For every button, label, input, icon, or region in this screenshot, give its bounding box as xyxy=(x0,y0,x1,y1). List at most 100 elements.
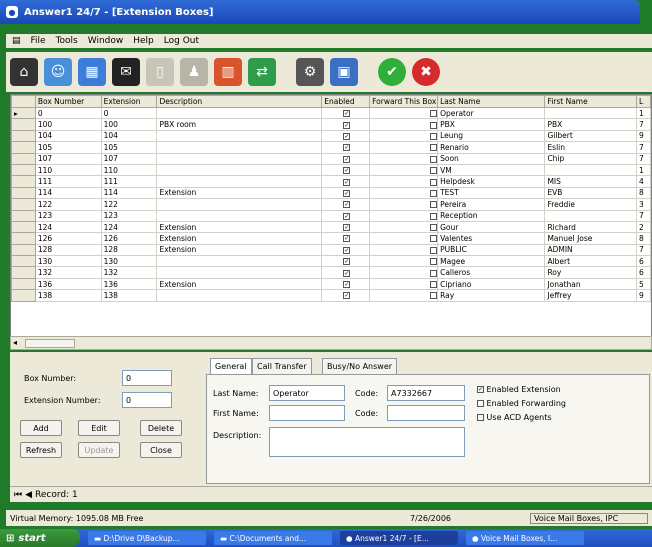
cell-forward[interactable] xyxy=(369,209,439,222)
cell-last-name[interactable]: Ray xyxy=(437,289,546,302)
table-row[interactable]: 126 126 Extension ✓ Valentes Manuel Jose 8 xyxy=(11,232,651,245)
cell-l[interactable]: 1 xyxy=(635,106,651,120)
row-selector[interactable] xyxy=(11,163,36,177)
table-row[interactable]: ▸ 0 0 ✓ Operator 1 xyxy=(11,106,651,120)
table-row[interactable]: 124 124 Extension ✓ Gour Richard 2 xyxy=(11,220,651,234)
enabled-checkbox[interactable]: ✓ xyxy=(343,224,351,232)
cell-l[interactable]: 5 xyxy=(635,277,651,291)
cell-enabled[interactable]: ✓ xyxy=(321,277,371,291)
row-selector[interactable] xyxy=(11,198,36,211)
cell-first-name[interactable]: ADMIN xyxy=(544,243,637,257)
cell-enabled[interactable]: ✓ xyxy=(321,186,371,200)
cell-last-name[interactable]: Leung xyxy=(437,129,546,143)
menu-help[interactable]: Help xyxy=(133,36,154,46)
enabled-checkbox[interactable]: ✓ xyxy=(343,212,351,220)
cell-forward[interactable] xyxy=(369,277,439,291)
table-row[interactable]: 132 132 ✓ Calleros Roy 6 xyxy=(11,266,651,279)
cell-extension[interactable]: 100 xyxy=(100,118,158,131)
cell-description[interactable] xyxy=(156,209,323,222)
row-selector[interactable] xyxy=(11,141,36,154)
cell-l[interactable]: 3 xyxy=(635,198,651,211)
forward-checkbox[interactable] xyxy=(430,224,437,232)
menu-window[interactable]: Window xyxy=(88,36,124,46)
enabled-checkbox[interactable]: ✓ xyxy=(343,246,351,254)
cell-first-name[interactable]: PBX xyxy=(544,118,637,131)
cell-forward[interactable] xyxy=(369,266,439,279)
cell-last-name[interactable]: Valentes xyxy=(437,232,546,245)
code2-input[interactable] xyxy=(387,405,465,421)
cell-enabled[interactable]: ✓ xyxy=(321,255,371,268)
col-forward[interactable]: Forward This Box xyxy=(369,95,439,108)
cell-description[interactable] xyxy=(156,266,323,279)
cell-first-name[interactable] xyxy=(544,106,637,120)
forward-checkbox[interactable] xyxy=(430,167,437,175)
description-input[interactable] xyxy=(269,427,465,457)
cell-first-name[interactable]: Richard xyxy=(544,220,637,234)
cell-forward[interactable] xyxy=(369,289,439,302)
start-button[interactable]: ⊞ start xyxy=(0,529,80,547)
forward-checkbox[interactable] xyxy=(430,269,437,277)
box-number-input[interactable]: 0 xyxy=(122,370,172,386)
cell-enabled[interactable]: ✓ xyxy=(321,232,371,245)
cell-forward[interactable] xyxy=(369,220,439,234)
enabled-checkbox[interactable]: ✓ xyxy=(343,281,351,289)
task-voice-mail[interactable]: ● Voice Mail Boxes, I... xyxy=(466,531,584,545)
cell-last-name[interactable]: Soon xyxy=(437,152,546,165)
row-selector[interactable] xyxy=(11,152,36,165)
cell-box-number[interactable]: 132 xyxy=(34,266,102,279)
cell-description[interactable] xyxy=(156,152,323,165)
tab-call-transfer[interactable]: Call Transfer xyxy=(252,358,312,374)
close-button[interactable]: Close xyxy=(140,442,182,458)
table-row[interactable]: 111 111 ✓ Helpdesk MIS 4 xyxy=(11,175,651,188)
book-icon[interactable]: ▦ xyxy=(78,58,106,86)
enabled-checkbox[interactable]: ✓ xyxy=(343,189,351,197)
cell-l[interactable]: 1 xyxy=(635,163,651,177)
cell-description[interactable]: Extension xyxy=(156,186,323,200)
cell-enabled[interactable]: ✓ xyxy=(321,106,371,120)
cell-first-name[interactable]: Eslin xyxy=(544,141,637,154)
first-record-icon[interactable]: ⏮ xyxy=(14,490,22,500)
menu-logout[interactable]: Log Out xyxy=(164,36,199,46)
cell-box-number[interactable]: 136 xyxy=(34,277,102,291)
add-button[interactable]: Add xyxy=(20,420,62,436)
col-last-name[interactable]: Last Name xyxy=(437,95,546,108)
last-name-input[interactable]: Operator xyxy=(269,385,345,401)
cell-l[interactable]: 9 xyxy=(635,289,651,302)
table-row[interactable]: 107 107 ✓ Soon Chip 7 xyxy=(11,152,651,165)
cell-enabled[interactable]: ✓ xyxy=(321,129,371,143)
table-row[interactable]: 100 100 PBX room ✓ PBX PBX 7 xyxy=(11,118,651,131)
col-description[interactable]: Description xyxy=(156,95,323,108)
cell-description[interactable]: Extension xyxy=(156,243,323,257)
cell-box-number[interactable]: 111 xyxy=(34,175,102,188)
calendar-icon[interactable]: ▥ xyxy=(214,58,242,86)
cell-description[interactable]: Extension xyxy=(156,277,323,291)
cell-forward[interactable] xyxy=(369,198,439,211)
cell-forward[interactable] xyxy=(369,152,439,165)
cell-box-number[interactable]: 107 xyxy=(34,152,102,165)
table-row[interactable]: 122 122 ✓ Pereira Freddie 3 xyxy=(11,198,651,211)
cell-last-name[interactable]: Cipriano xyxy=(437,277,546,291)
table-row[interactable]: 128 128 Extension ✓ PUBLIC ADMIN 7 xyxy=(11,243,651,257)
cell-description[interactable]: Extension xyxy=(156,220,323,234)
cell-enabled[interactable]: ✓ xyxy=(321,243,371,257)
row-selector[interactable] xyxy=(11,118,36,131)
extension-grid[interactable]: Box Number Extension Description Enabled… xyxy=(10,94,652,340)
row-selector[interactable] xyxy=(11,266,36,279)
title-bar[interactable]: ● Answer1 24/7 - [Extension Boxes] xyxy=(0,0,640,24)
enabled-checkbox[interactable]: ✓ xyxy=(343,258,351,266)
cell-extension[interactable]: 136 xyxy=(100,277,158,291)
cell-extension[interactable]: 111 xyxy=(100,175,158,188)
enabled-checkbox[interactable]: ✓ xyxy=(343,110,351,118)
cell-box-number[interactable]: 123 xyxy=(34,209,102,222)
enabled-extension-checkbox[interactable]: ✓ xyxy=(477,386,484,393)
cell-extension[interactable]: 130 xyxy=(100,255,158,268)
refresh-button[interactable]: Refresh xyxy=(20,442,62,458)
cell-extension[interactable]: 114 xyxy=(100,186,158,200)
row-selector[interactable] xyxy=(11,129,36,143)
table-row[interactable]: 136 136 Extension ✓ Cipriano Jonathan 5 xyxy=(11,277,651,291)
cell-last-name[interactable]: VM xyxy=(437,163,546,177)
cell-l[interactable]: 2 xyxy=(635,220,651,234)
cell-description[interactable] xyxy=(156,198,323,211)
forward-checkbox[interactable] xyxy=(430,178,437,186)
cell-enabled[interactable]: ✓ xyxy=(321,198,371,211)
